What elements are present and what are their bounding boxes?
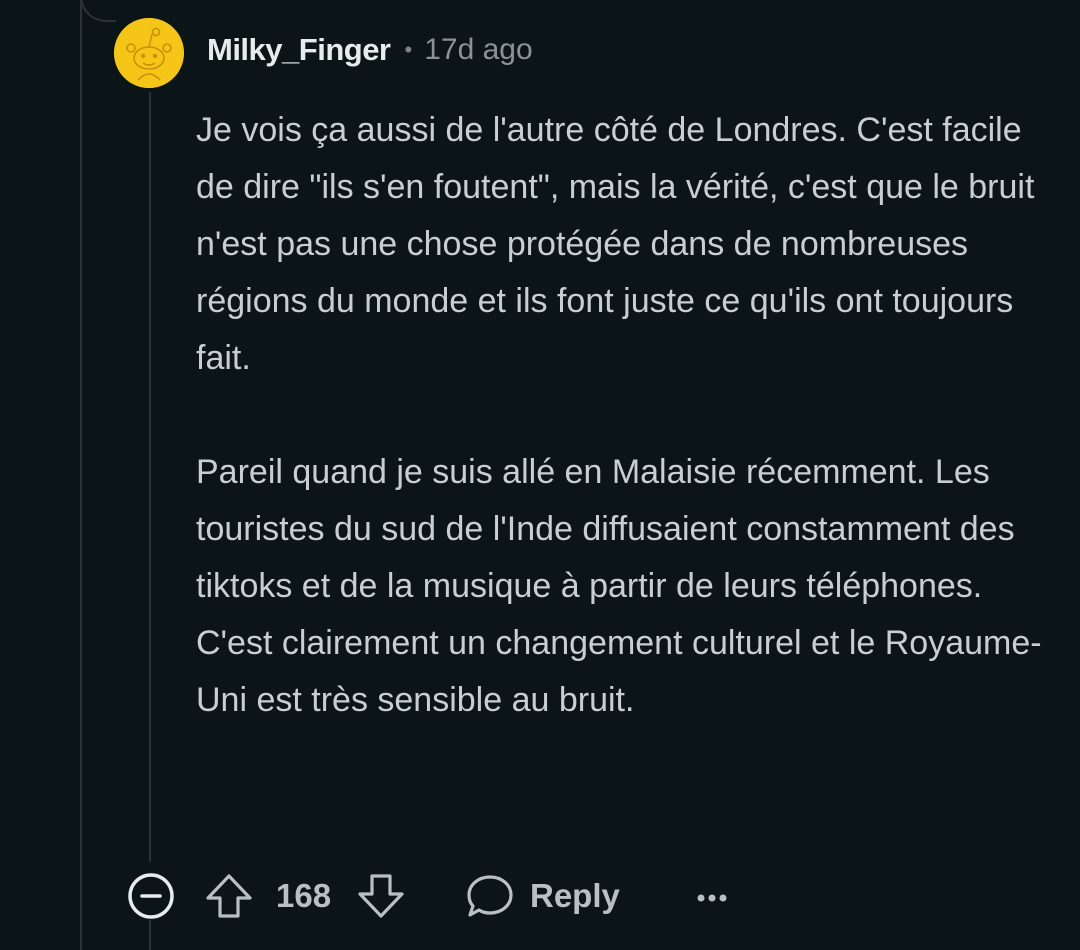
parent-thread-line[interactable] <box>80 0 82 950</box>
downvote-button[interactable] <box>356 868 406 924</box>
speech-bubble-icon <box>467 875 513 917</box>
comment-thread-line-lower[interactable] <box>149 920 151 950</box>
collapse-minus-icon <box>128 873 174 919</box>
comment-action-bar: 168 Reply <box>126 868 826 924</box>
vote-score: 168 <box>276 868 331 924</box>
vote-count: 168 <box>276 877 332 914</box>
thread-connector <box>80 0 116 22</box>
avatar[interactable] <box>114 18 184 88</box>
snoo-avatar-icon <box>114 18 184 88</box>
reply-label: Reply <box>530 877 620 914</box>
downvote-arrow-icon <box>358 874 404 918</box>
meta-separator: • <box>404 37 413 62</box>
comment-header: Milky_Finger • 17d ago <box>207 28 533 72</box>
more-options-icon <box>697 894 727 902</box>
reply-button[interactable]: Reply <box>464 868 620 924</box>
collapse-button[interactable] <box>126 868 176 924</box>
comment-thread-line[interactable] <box>149 92 151 862</box>
comment-timestamp: 17d ago <box>424 33 533 66</box>
comment-paragraph: Je vois ça aussi de l'autre côté de Lond… <box>196 111 1035 377</box>
comment-body[interactable]: Je vois ça aussi de l'autre côté de Lond… <box>196 102 1066 729</box>
username-link[interactable]: Milky_Finger <box>207 32 391 68</box>
comment-paragraph: Pareil quand je suis allé en Malaisie ré… <box>196 453 1042 719</box>
more-options-button[interactable] <box>692 868 732 924</box>
upvote-arrow-icon <box>206 874 252 918</box>
upvote-button[interactable] <box>204 868 254 924</box>
